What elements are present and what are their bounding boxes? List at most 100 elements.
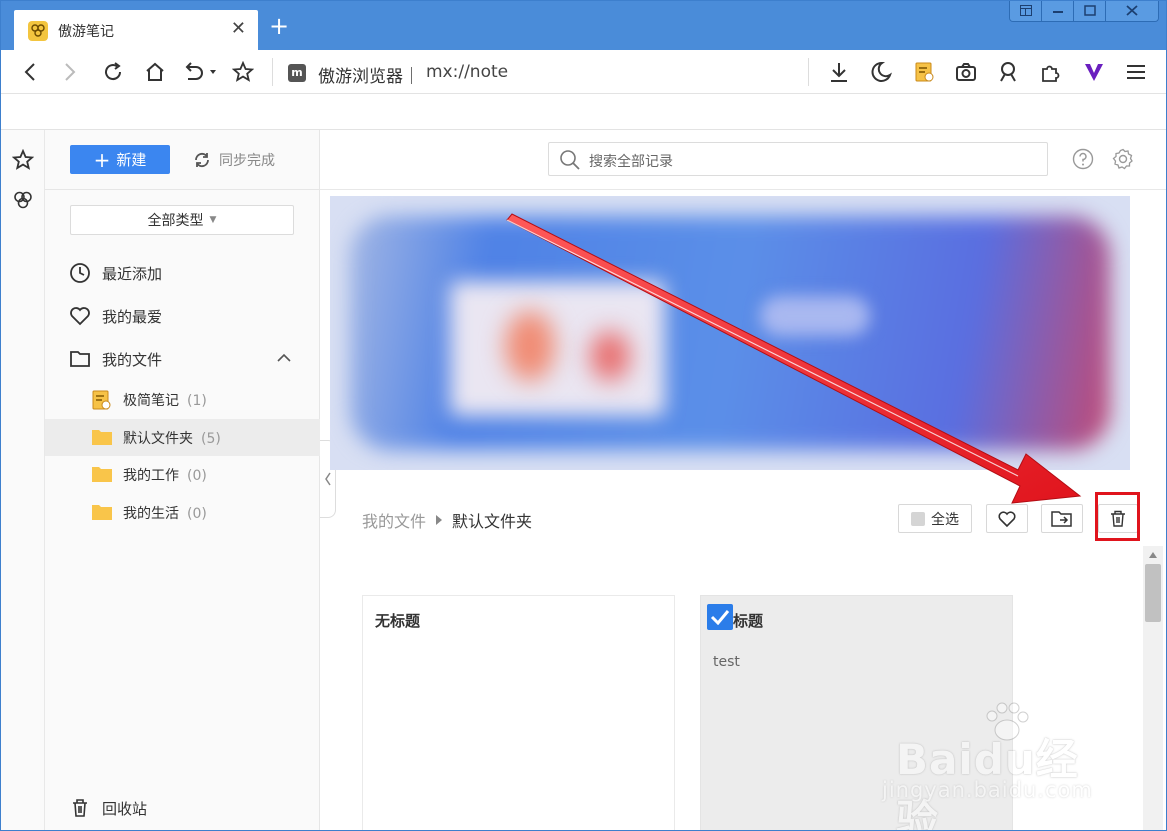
folder-count: (0) [187,468,207,484]
sidebar-item-label: 我的最爱 [102,307,163,326]
menu-hamburger-icon[interactable] [1124,60,1148,84]
checkbox-checked-icon[interactable] [707,604,733,630]
breadcrumb-current: 默认文件夹 [452,512,533,531]
address-site-name[interactable]: 傲游浏览器｜ [318,62,420,87]
folder-item-life[interactable]: 我的生活 (0) [45,494,320,531]
sync-status[interactable]: 同步完成 [193,150,275,170]
new-note-label: 新建 [116,151,147,169]
vertical-scrollbar[interactable] [1143,546,1163,831]
recycle-bin-item[interactable]: 回收站 [45,788,320,828]
folder-label: 我的生活 [123,506,179,522]
folder-move-icon [1051,510,1072,527]
note-extension-icon[interactable] [912,60,936,84]
maxthon-note-logo-icon [28,21,48,41]
forward-icon[interactable] [58,60,82,84]
notes-logo-icon[interactable] [11,188,35,212]
sidebar-item-my-files[interactable]: 我的文件 [45,341,320,377]
window-layout-icon[interactable] [1010,0,1042,21]
recycle-bin-label: 回收站 [102,800,148,818]
bookmark-bar [0,94,1167,130]
folder-label: 我的工作 [123,468,179,484]
favorite-star-icon[interactable] [231,60,255,84]
scrollbar-thumb[interactable] [1145,564,1161,622]
sidebar-item-recent[interactable]: 最近添加 [45,255,320,291]
minimize-icon[interactable] [1042,0,1074,21]
annotation-highlight-box [1095,492,1140,541]
assistant-icon[interactable] [996,60,1020,84]
new-note-button[interactable]: + 新建 [70,145,170,174]
note-book-icon [91,390,111,410]
sync-icon [195,152,209,168]
search-placeholder: 搜索全部记录 [589,154,673,170]
download-icon[interactable] [827,60,851,84]
heart-icon [998,510,1016,527]
breadcrumb-arrow-icon [436,515,443,525]
type-filter-select[interactable]: 全部类型 ▼ [70,205,294,235]
refresh-icon[interactable] [101,60,125,84]
move-to-folder-button[interactable] [1041,504,1083,533]
extensions-puzzle-icon[interactable] [1038,60,1062,84]
chevron-left-icon [324,472,331,486]
sync-label: 同步完成 [219,153,275,169]
sidebar-item-favorites[interactable]: 我的最爱 [45,298,320,334]
folder-count: (5) [201,431,221,447]
folder-icon [91,503,112,521]
note-title: 标题 [733,612,764,630]
trash-icon [69,797,91,819]
folder-item-minimal-notes[interactable]: 极简笔记 (1) [45,381,320,418]
folder-outline-icon [69,348,91,370]
note-sidebar: + 新建 同步完成 全部类型 ▼ 最近添加 我的最爱 我的文件 极简笔记 (1) … [45,130,320,831]
folder-icon [91,465,112,483]
clock-icon [69,262,91,284]
folder-count: (0) [187,506,207,522]
screenshot-camera-icon[interactable] [954,60,978,84]
favorites-star-icon[interactable] [11,148,35,172]
breadcrumb: 我的文件 默认文件夹 [362,508,532,532]
chevron-up-icon[interactable] [276,351,292,367]
maximize-icon[interactable] [1074,0,1106,21]
select-all-label: 全选 [931,511,959,528]
select-all-checkbox [911,511,925,526]
sidebar-item-label: 最近添加 [102,264,163,283]
night-mode-icon[interactable] [869,60,893,84]
folder-label: 默认文件夹 [123,431,193,447]
close-window-icon[interactable] [1106,0,1158,21]
type-filter-value: 全部类型 [147,213,204,229]
breadcrumb-root[interactable]: 我的文件 [362,508,426,532]
select-all-button[interactable]: 全选 [898,504,972,533]
folder-count: (1) [187,393,207,409]
site-icon: m [288,64,306,82]
search-icon [559,149,581,175]
separator [808,58,809,86]
settings-gear-icon[interactable] [1112,148,1134,174]
folder-item-work[interactable]: 我的工作 (0) [45,456,320,493]
help-icon[interactable] [1072,148,1094,174]
scroll-up-arrow-icon[interactable] [1149,552,1157,558]
tab-title: 傲游笔记 [58,24,114,40]
undo-dropdown-icon[interactable] [182,60,220,84]
title-bar: 傲游笔记 ✕ + [0,0,1167,50]
vpn-v-icon[interactable] [1082,60,1106,84]
note-title: 无标题 [375,612,421,630]
divider [320,189,1167,190]
blurred-banner-image [330,196,1130,470]
home-icon[interactable] [143,60,167,84]
tab-close-icon[interactable]: ✕ [231,19,246,39]
favorite-button[interactable] [986,504,1028,533]
plus-icon: + [93,147,111,172]
browser-tab[interactable]: 傲游笔记 ✕ [14,10,258,50]
baidu-jingyan-watermark: Baidu经验 jingyan.baidu.com [880,700,1120,831]
folder-item-default[interactable]: 默认文件夹 (5) [45,419,320,456]
back-icon[interactable] [18,60,42,84]
watermark-url: jingyan.baidu.com [882,778,1093,802]
address-url[interactable]: mx://note [426,62,508,82]
left-rail [0,130,45,831]
new-tab-button[interactable]: + [268,14,290,38]
search-box[interactable]: 搜索全部记录 [548,142,1048,176]
note-card[interactable]: 无标题 [362,595,675,831]
folder-icon [91,428,112,446]
window-controls [1009,0,1159,22]
separator [272,58,273,86]
navigation-bar: m 傲游浏览器｜ mx://note [0,50,1167,94]
note-body: test [713,654,740,670]
